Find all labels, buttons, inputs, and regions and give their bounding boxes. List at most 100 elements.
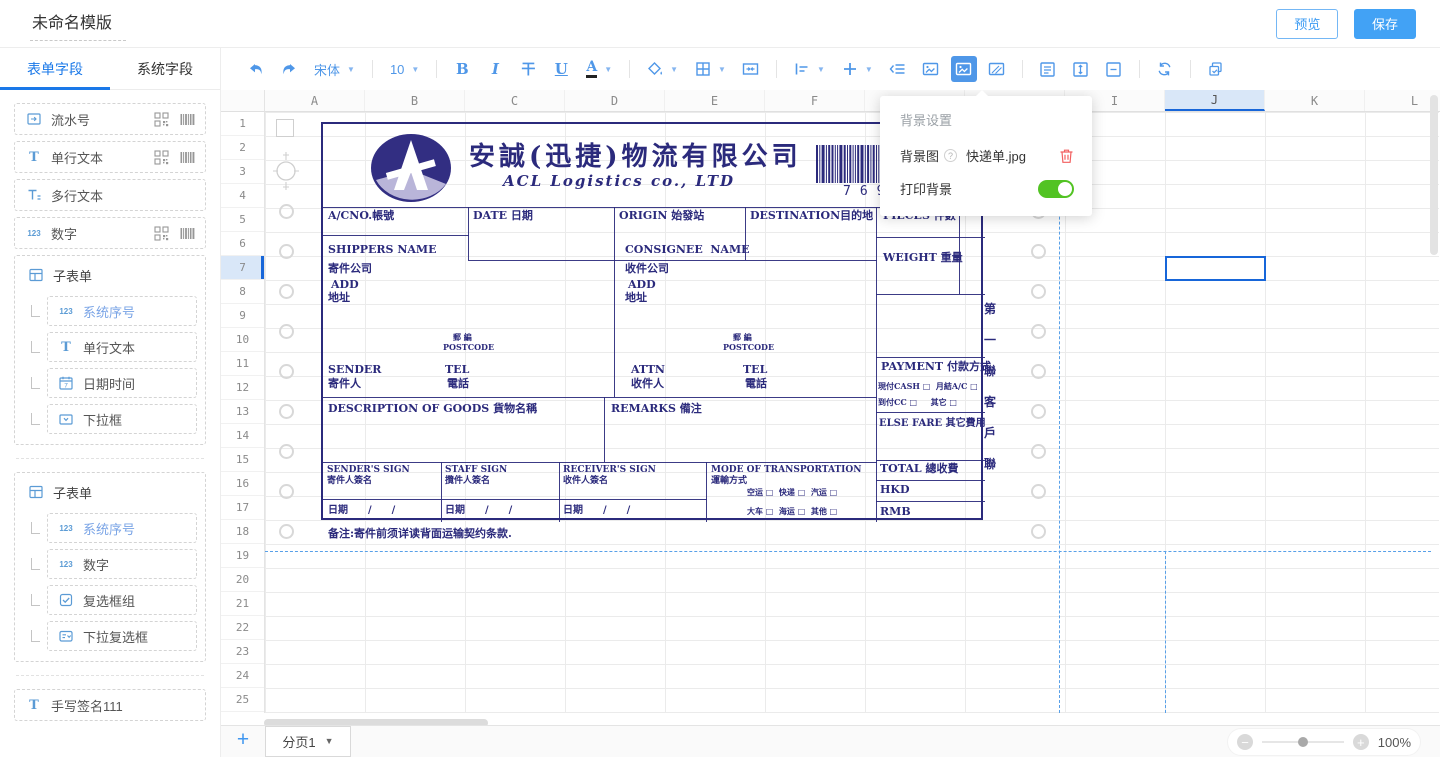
column-header-F[interactable]: F (765, 90, 865, 111)
row-header-2[interactable]: 2 (221, 136, 264, 160)
vertical-scrollbar[interactable] (1430, 95, 1438, 255)
sidebar-field-item[interactable]: 123系统序号 (47, 296, 197, 326)
sidebar-field-item[interactable]: 7日期时间 (47, 368, 197, 398)
row-header-1[interactable]: 1 (221, 112, 264, 136)
row-header-23[interactable]: 23 (221, 640, 264, 664)
strikethrough-button[interactable]: 干 (515, 56, 541, 82)
column-header-D[interactable]: D (565, 90, 665, 111)
sidebar-field-item[interactable]: T单行文本 (14, 141, 206, 173)
row-header-12[interactable]: 12 (221, 376, 264, 400)
fill-color-button[interactable]: ▼ (642, 61, 683, 77)
underline-button[interactable]: U (548, 56, 574, 82)
font-color-button[interactable]: A▼ (581, 60, 617, 78)
zoom-slider-knob[interactable] (1298, 737, 1308, 747)
sidebar-field-item[interactable]: T手写签名111 (14, 689, 206, 721)
delete-background-icon[interactable] (1059, 148, 1074, 164)
preview-button[interactable]: 预览 (1276, 9, 1338, 39)
row-header-24[interactable]: 24 (221, 664, 264, 688)
watermark-image-icon[interactable] (984, 56, 1010, 82)
column-header-L[interactable]: L (1365, 90, 1440, 111)
help-icon[interactable]: ? (944, 149, 957, 162)
template-title[interactable]: 未命名模版 (30, 7, 126, 41)
row-header-3[interactable]: 3 (221, 160, 264, 184)
column-header-J[interactable]: J (1165, 90, 1265, 111)
bold-button[interactable]: B (449, 56, 475, 82)
row-header-11[interactable]: 11 (221, 352, 264, 376)
row-header-9[interactable]: 9 (221, 304, 264, 328)
sidebar-field-item[interactable]: 流水号 (14, 103, 206, 135)
font-family-select[interactable]: 宋体▼ (309, 60, 360, 79)
undo-icon[interactable] (243, 56, 269, 82)
text-style-box-icon[interactable] (1035, 56, 1061, 82)
row-header-13[interactable]: 13 (221, 400, 264, 424)
sidebar-field-item[interactable]: 多行文本 (14, 179, 206, 211)
barcode-icon[interactable] (180, 151, 195, 164)
subform-group-header[interactable]: 子表单 (23, 477, 197, 507)
sidebar-field-label: 复选框组 (83, 591, 187, 610)
sidebar-field-item[interactable]: 123数字 (47, 549, 197, 579)
sidebar-field-item[interactable]: 下拉复选框 (47, 621, 197, 651)
save-button[interactable]: 保存 (1354, 9, 1416, 39)
qr-icon[interactable] (154, 150, 169, 165)
zoom-out-button[interactable]: − (1237, 734, 1253, 750)
row-header-16[interactable]: 16 (221, 472, 264, 496)
row-header-18[interactable]: 18 (221, 520, 264, 544)
qr-icon[interactable] (154, 112, 169, 127)
row-header-6[interactable]: 6 (221, 232, 264, 256)
merge-cells-icon[interactable] (738, 56, 764, 82)
row-header-4[interactable]: 4 (221, 184, 264, 208)
line-spacing-icon[interactable] (885, 56, 911, 82)
sheet-grid[interactable]: 安誠(迅捷)物流有限公司 ACL Logistics co., LTD 769 … (265, 112, 1439, 713)
insert-image-icon[interactable] (918, 56, 944, 82)
tab-form-fields[interactable]: 表单字段 (0, 48, 110, 89)
sidebar-field-item[interactable]: 下拉框 (47, 404, 197, 434)
sidebar-field-item[interactable]: 复选框组 (47, 585, 197, 615)
cell-borders-button[interactable]: ▼ (690, 61, 731, 77)
row-header-10[interactable]: 10 (221, 328, 264, 352)
row-header-8[interactable]: 8 (221, 280, 264, 304)
zoom-in-button[interactable]: + (1353, 734, 1369, 750)
selected-cell-J7[interactable] (1165, 256, 1266, 281)
duplicate-page-icon[interactable] (1203, 56, 1229, 82)
vertical-align-button[interactable]: ▼ (837, 61, 878, 77)
copy-strip-char: 客 (984, 393, 996, 410)
barcode-icon[interactable] (180, 227, 195, 240)
redo-icon[interactable] (276, 56, 302, 82)
row-height-icon[interactable] (1068, 56, 1094, 82)
add-page-button[interactable]: + (221, 728, 265, 752)
row-header-7[interactable]: 7 (221, 256, 264, 280)
sidebar-field-item[interactable]: 123系统序号 (47, 513, 197, 543)
refresh-icon[interactable] (1152, 56, 1178, 82)
page-tab[interactable]: 分页1 ▼ (265, 726, 351, 757)
column-header-A[interactable]: A (265, 90, 365, 111)
qr-icon[interactable] (154, 226, 169, 241)
row-header-15[interactable]: 15 (221, 448, 264, 472)
subform-group-header[interactable]: 子表单 (23, 260, 197, 290)
column-header-K[interactable]: K (1265, 90, 1365, 111)
column-header-B[interactable]: B (365, 90, 465, 111)
print-background-toggle[interactable] (1038, 180, 1074, 198)
background-image-icon[interactable] (951, 56, 977, 82)
grid-corner[interactable] (221, 90, 265, 112)
horizontal-align-button[interactable]: ▼ (789, 61, 830, 77)
tab-system-fields[interactable]: 系统字段 (110, 48, 220, 89)
zoom-slider[interactable] (1262, 741, 1344, 743)
column-header-C[interactable]: C (465, 90, 565, 111)
font-size-select[interactable]: 10▼ (385, 62, 424, 77)
sidebar-field-item[interactable]: T单行文本 (47, 332, 197, 362)
row-header-14[interactable]: 14 (221, 424, 264, 448)
column-header-E[interactable]: E (665, 90, 765, 111)
column-width-icon[interactable] (1101, 56, 1127, 82)
row-header-17[interactable]: 17 (221, 496, 264, 520)
row-header-21[interactable]: 21 (221, 592, 264, 616)
row-header-5[interactable]: 5 (221, 208, 264, 232)
sidebar-field-item[interactable]: 123数字 (14, 217, 206, 249)
row-header-22[interactable]: 22 (221, 616, 264, 640)
barcode-icon[interactable] (180, 113, 195, 126)
row-header-25[interactable]: 25 (221, 688, 264, 712)
italic-button[interactable]: I (482, 56, 508, 82)
waybill-label-sender_cn: 寄件人 (328, 378, 361, 390)
horizontal-scrollbar[interactable] (264, 719, 488, 725)
row-header-19[interactable]: 19 (221, 544, 264, 568)
row-header-20[interactable]: 20 (221, 568, 264, 592)
